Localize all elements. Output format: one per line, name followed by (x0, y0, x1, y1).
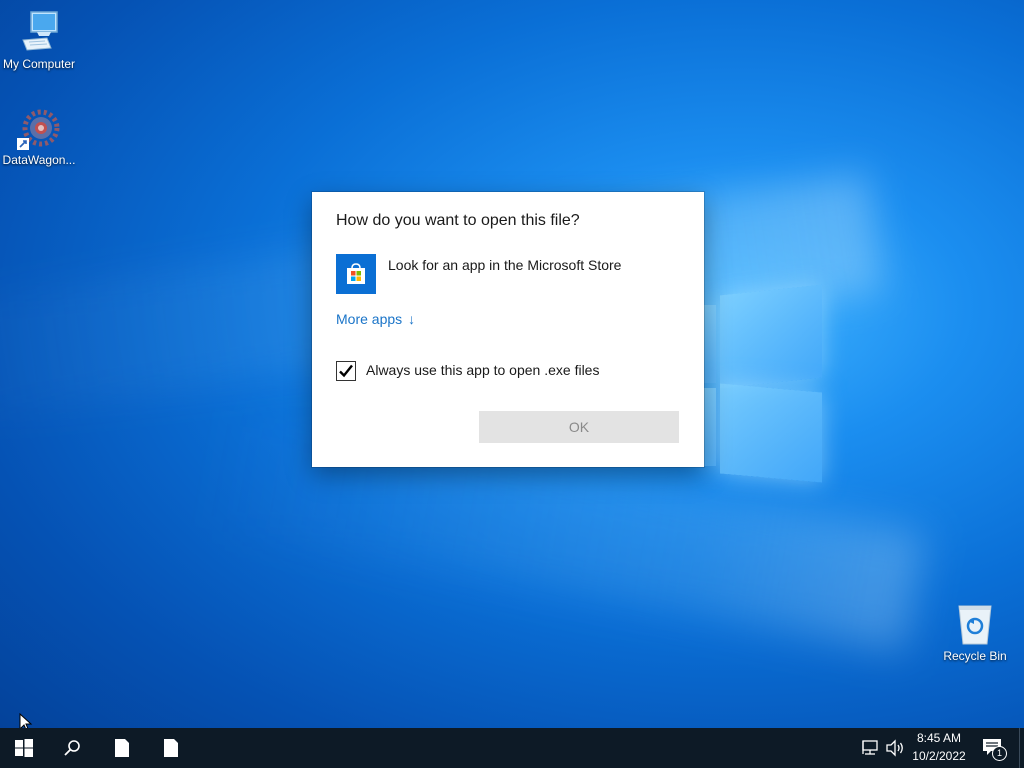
desktop-icon-label: My Computer (2, 57, 76, 71)
always-use-checkbox[interactable] (336, 361, 356, 381)
computer-icon (17, 10, 61, 54)
microsoft-store-option-label: Look for an app in the Microsoft Store (388, 257, 622, 273)
windows-logo-pane (704, 388, 716, 466)
blank-file-icon (115, 739, 129, 757)
show-desktop-button[interactable] (1019, 728, 1020, 768)
notification-count-badge: 1 (992, 746, 1007, 761)
desktop-icon-my-computer[interactable]: My Computer (0, 10, 81, 71)
open-with-dialog: How do you want to open this file? Look … (312, 192, 704, 467)
search-button[interactable] (48, 728, 96, 768)
taskbar-app-file-1[interactable] (98, 728, 146, 768)
microsoft-store-option[interactable]: Look for an app in the Microsoft Store (336, 254, 680, 294)
more-apps-label: More apps (336, 311, 403, 327)
checkmark-icon (339, 364, 353, 378)
always-use-checkbox-label: Always use this app to open .exe files (366, 362, 600, 378)
volume-icon[interactable] (885, 739, 905, 761)
microsoft-store-icon (336, 254, 376, 294)
clock-time[interactable]: 8:45 AM (910, 731, 968, 745)
recycle-bin-icon (953, 602, 997, 646)
start-button[interactable] (0, 728, 48, 768)
ok-button[interactable]: OK (479, 411, 679, 443)
clock-date[interactable]: 10/2/2022 (908, 749, 970, 763)
taskbar-app-file-2[interactable] (147, 728, 195, 768)
windows-logo-pane (704, 305, 716, 383)
search-icon (64, 740, 80, 756)
action-center-button[interactable]: 1 (982, 738, 1008, 761)
more-apps-link[interactable]: More apps ↓ (336, 311, 415, 327)
datawagon-gear-icon (17, 106, 61, 150)
windows-logo-pane (720, 383, 822, 483)
windows-logo-pane (720, 284, 822, 389)
arrow-down-icon: ↓ (408, 311, 416, 327)
network-icon[interactable] (860, 739, 880, 761)
taskbar: 8:45 AM 10/2/2022 1 (0, 728, 1024, 768)
desktop-icon-label: Recycle Bin (943, 649, 1007, 663)
desktop-icon-datawagon[interactable]: DataWagon... (0, 106, 81, 167)
blank-file-icon (164, 739, 178, 757)
windows-start-icon (15, 739, 33, 757)
desktop-icon-recycle-bin[interactable]: Recycle Bin (933, 602, 1017, 663)
desktop-icon-label: DataWagon... (2, 153, 76, 167)
dialog-title: How do you want to open this file? (336, 212, 580, 229)
